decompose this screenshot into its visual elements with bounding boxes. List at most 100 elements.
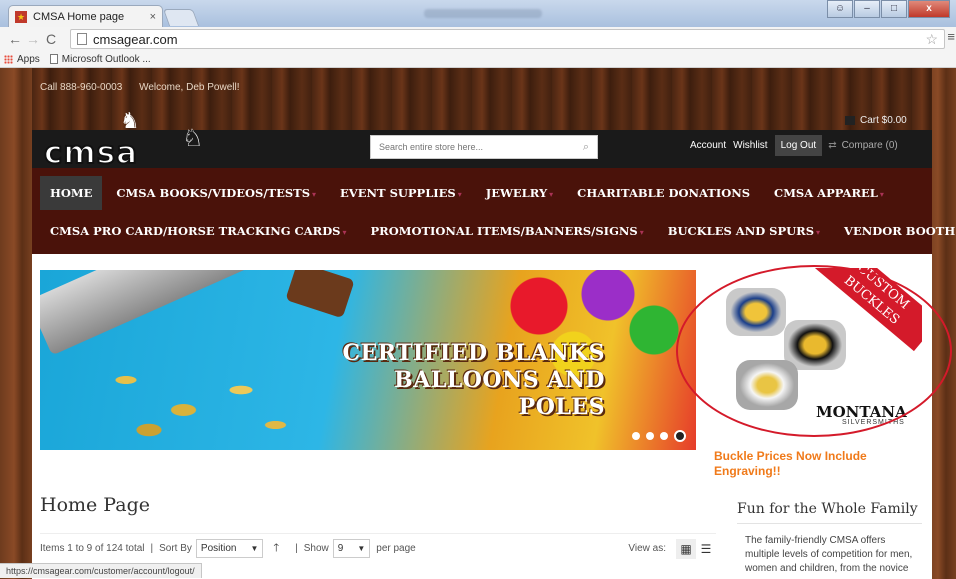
reload-icon[interactable]: C [42,31,60,47]
page-viewport: Call 888-960-0003 Welcome, Deb Powell! C… [0,68,956,579]
chevron-down-icon: ▾ [312,189,317,199]
slider-line-1: CERTIFIED BLANKS [342,340,605,366]
per-page-label: per page [376,543,416,554]
list-view-icon[interactable]: ☰ [696,539,716,559]
nav-pro-card[interactable]: CMSA PRO CARD/HORSE TRACKING CARDS ▾ [40,214,357,248]
new-tab-button[interactable] [162,9,200,26]
items-count: Items 1 to 9 of 124 total [40,543,145,554]
favicon-icon: ★ [15,10,27,23]
star-icon[interactable]: ☆ [925,31,938,48]
page-icon [77,33,87,45]
compare-icon: ⇄ [828,140,837,151]
slider-dot[interactable] [646,432,654,440]
sidebar-text: The family-friendly CMSA offers multiple… [745,535,913,574]
hero-slider[interactable]: CERTIFIED BLANKS BALLOONS AND POLES [40,270,696,450]
nav-label: EVENT SUPPLIES [340,186,456,200]
wishlist-link[interactable]: Wishlist [733,140,767,151]
chevron-down-icon: ▾ [816,227,821,237]
slider-headline: CERTIFIED BLANKS BALLOONS AND POLES [315,340,605,421]
cowboy-icon: ♞ [120,108,140,133]
cart-total: Cart $0.00 [860,115,907,126]
address-bar[interactable]: cmsagear.com ☆ [70,29,945,49]
nav-row-2: CMSA PRO CARD/HORSE TRACKING CARDS ▾ PROM… [40,214,956,248]
nav-apparel[interactable]: CMSA APPAREL ▾ [764,176,894,210]
slider-dots [626,430,686,442]
logo-text: cmsa [43,134,139,172]
search-icon[interactable]: ⌕ [583,141,589,154]
tab-close-icon[interactable]: × [150,11,156,23]
montana-brand-sub: SILVERSMITHS [842,419,905,426]
nav-home[interactable]: HOME [40,176,103,210]
nav-charitable[interactable]: CHARITABLE DONATIONS [567,176,760,210]
bookmark-outlook[interactable]: Microsoft Outlook ... [49,54,151,65]
person-icon[interactable]: ☺ [827,0,853,18]
bookmark-label: Apps [17,53,40,65]
nav-promotional[interactable]: PROMOTIONAL ITEMS/BANNERS/SIGNS ▾ [361,214,654,248]
limit-value: 9 [337,543,344,554]
slider-dot[interactable] [660,432,668,440]
logout-button[interactable]: Log Out [774,135,823,156]
search-input[interactable] [379,142,569,152]
buckle-price-note[interactable]: Buckle Prices Now Include Engraving!! [714,449,914,479]
back-icon[interactable]: ← [6,31,24,47]
chevron-down-icon: ▾ [549,189,554,199]
sidebar-title: Fun for the Whole Family [737,501,922,524]
nav-label: VENDOR BOOTHS [844,224,956,238]
nav-label: CHARITABLE DONATIONS [577,186,751,200]
chevron-down-icon: ▾ [639,227,644,237]
compare-label: Compare (0) [841,140,898,151]
divider: | [295,543,298,554]
nav-buckles[interactable]: BUCKLES AND SPURS ▾ [658,214,830,248]
forward-icon[interactable]: → [24,31,42,47]
nav-jewelry[interactable]: JEWELRY ▾ [476,176,563,210]
sort-direction-icon[interactable]: 🡑 [273,539,279,558]
page-title: Home Page [40,494,150,516]
menu-icon[interactable]: ≡ [947,29,955,44]
site-logo[interactable]: ♞ cmsa ♘ [42,106,217,172]
bookmark-apps[interactable]: Apps [4,54,40,65]
horse-icon: ♘ [182,125,204,152]
main-content: CERTIFIED BLANKS BALLOONS AND POLES CUST… [32,254,952,579]
maximize-button[interactable]: □ [881,0,907,18]
slider-line-2: BALLOONS AND POLES [394,367,605,420]
apps-icon [4,54,13,64]
compare-link[interactable]: ⇄ Compare (0) [828,140,898,151]
chevron-down-icon: ▼ [357,544,366,553]
nav-vendor-booths[interactable]: VENDOR BOOTHS [834,214,956,248]
welcome-text: Welcome, Deb Powell! [139,82,240,93]
show-label: Show [303,543,329,554]
bullets-image [80,350,310,450]
grid-view-icon[interactable]: ▦ [676,538,696,559]
search-box[interactable]: ⌕ [370,135,598,159]
slider-dot-active[interactable] [674,430,686,442]
cart-link[interactable]: Cart $0.00 [845,115,907,126]
custom-buckles-ad[interactable]: CUSTOM BUCKLES MONTANA SILVERSMITHS [714,268,922,443]
header-links: Account Wishlist Log Out ⇄ Compare (0) [690,135,898,156]
nav-row-1: HOME CMSA BOOKS/VIDEOS/TESTS ▾ EVENT SUPP… [40,176,898,210]
main-nav: HOME CMSA BOOKS/VIDEOS/TESTS ▾ EVENT SUPP… [32,168,956,254]
sort-value: Position [200,543,237,554]
window-title-blur [424,9,542,18]
phone-text: Call 888-960-0003 [40,82,123,93]
buckle-image [736,360,798,410]
chevron-down-icon: ▼ [250,544,259,553]
nav-event-supplies[interactable]: EVENT SUPPLIES ▾ [330,176,472,210]
view-as-label: View as: [628,543,666,554]
close-window-button[interactable]: x [908,0,950,18]
buckle-image [784,320,846,370]
account-link[interactable]: Account [690,140,726,151]
nav-label: PROMOTIONAL ITEMS/BANNERS/SIGNS [370,224,638,238]
status-bar-url: https://cmsagear.com/customer/account/lo… [0,563,202,578]
toolbar-sort: Items 1 to 9 of 124 total | Sort By Posi… [40,533,716,563]
slider-dot[interactable] [632,432,640,440]
browser-toolbar: ← → C cmsagear.com ☆ [0,27,956,51]
limit-select[interactable]: 9 ▼ [332,539,371,558]
top-welcome-line: Call 888-960-0003 Welcome, Deb Powell! [40,82,253,93]
nav-books[interactable]: CMSA BOOKS/VIDEOS/TESTS ▾ [106,176,326,210]
minimize-button[interactable]: – [854,0,880,18]
chevron-down-icon: ▾ [457,189,462,199]
sort-select[interactable]: Position ▼ [195,539,264,558]
revolver-grip-image [285,270,355,319]
browser-tab[interactable]: ★ CMSA Home page × [8,5,163,27]
nav-label: CMSA APPAREL [774,186,878,200]
